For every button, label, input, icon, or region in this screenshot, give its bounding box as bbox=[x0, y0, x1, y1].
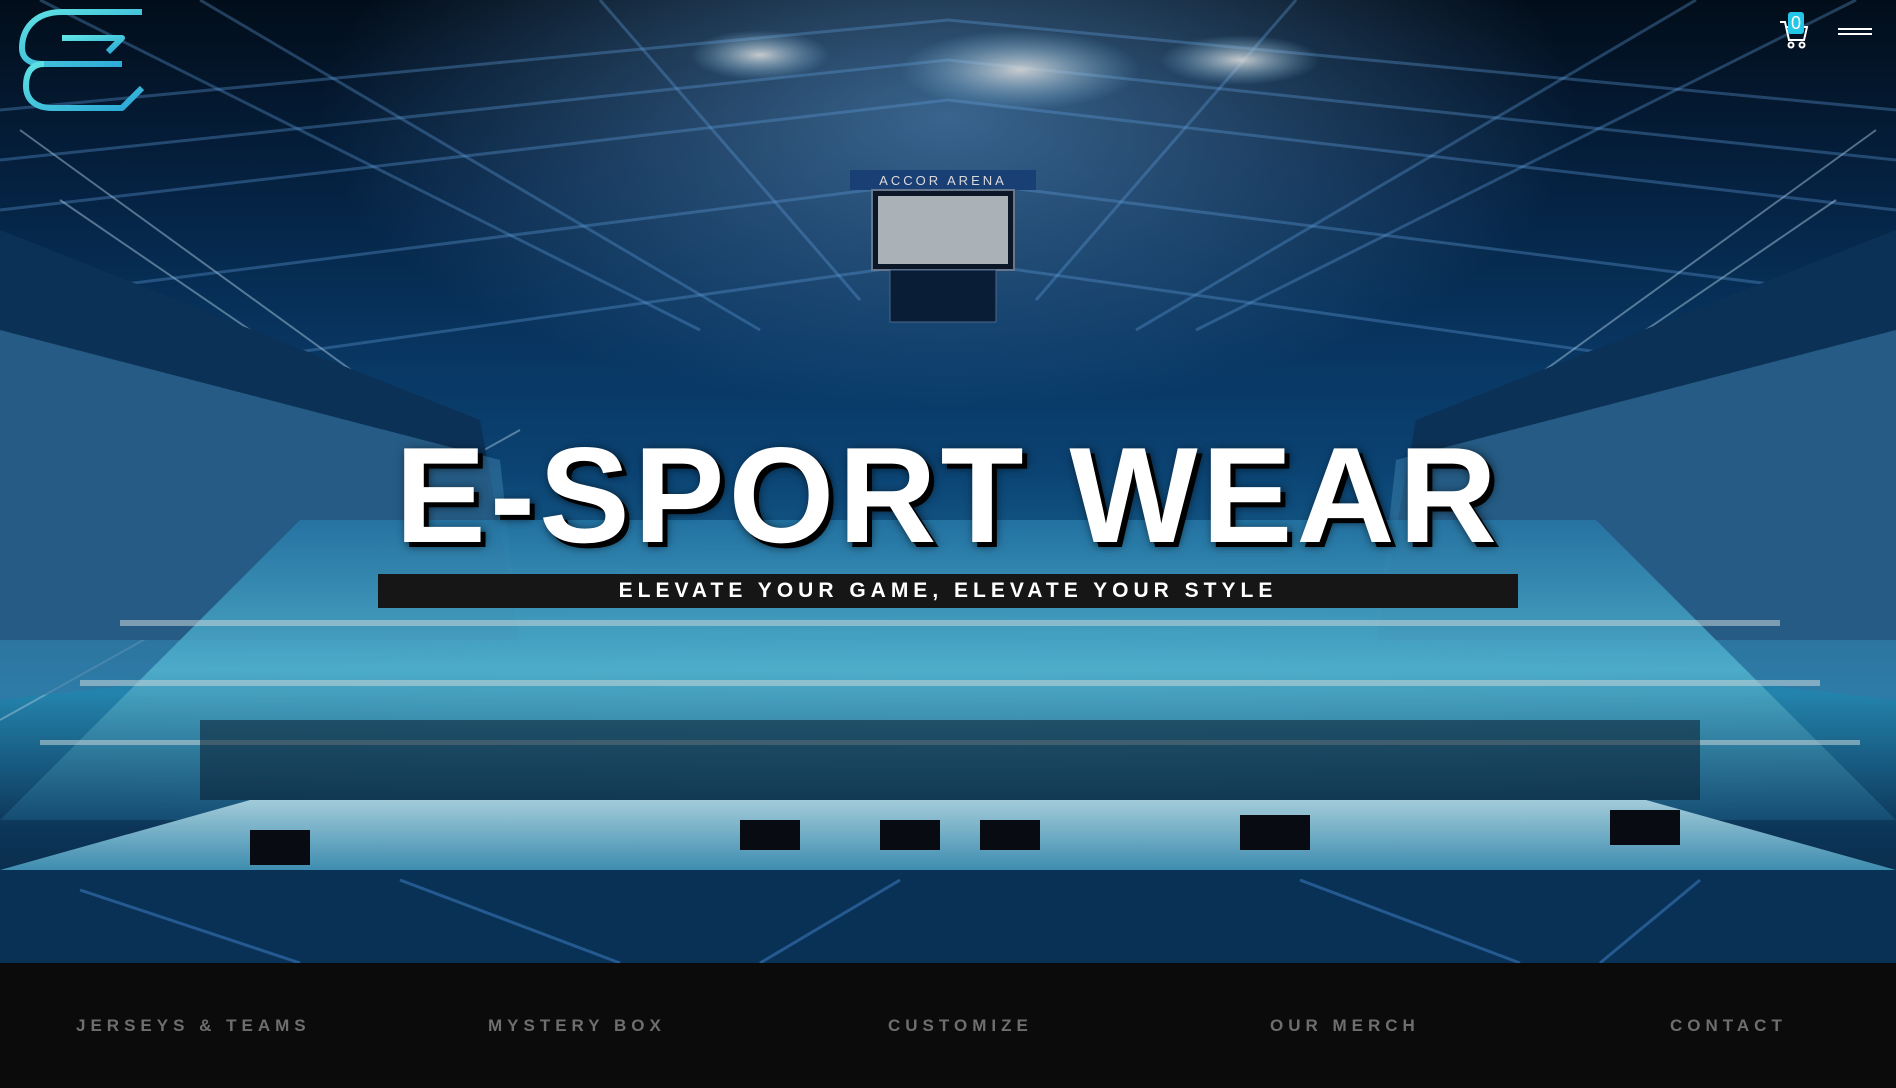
nav-item-contact[interactable]: CONTACT bbox=[1670, 1016, 1787, 1036]
menu-line bbox=[1838, 28, 1872, 30]
nav-item-customize[interactable]: CUSTOMIZE bbox=[888, 1016, 1033, 1036]
nav-item-our-merch[interactable]: OUR MERCH bbox=[1270, 1016, 1420, 1036]
cart-count-badge[interactable]: 0 bbox=[1788, 12, 1804, 34]
hero-tagline: ELEVATE YOUR GAME, ELEVATE YOUR STYLE bbox=[378, 574, 1518, 608]
e-logo-icon[interactable] bbox=[18, 8, 148, 112]
page: ACCOR ARENA 0 E-SPORT WEAR ELEVATE YOUR … bbox=[0, 0, 1896, 1088]
hamburger-menu-icon[interactable] bbox=[1838, 28, 1872, 46]
nav-item-mystery-box[interactable]: MYSTERY BOX bbox=[488, 1016, 666, 1036]
menu-line bbox=[1838, 33, 1872, 35]
hero-section: ACCOR ARENA 0 E-SPORT WEAR ELEVATE YOUR … bbox=[0, 0, 1896, 963]
hero-title: E-SPORT WEAR bbox=[395, 419, 1501, 571]
nav-item-jerseys-teams[interactable]: JERSEYS & TEAMS bbox=[76, 1016, 311, 1036]
